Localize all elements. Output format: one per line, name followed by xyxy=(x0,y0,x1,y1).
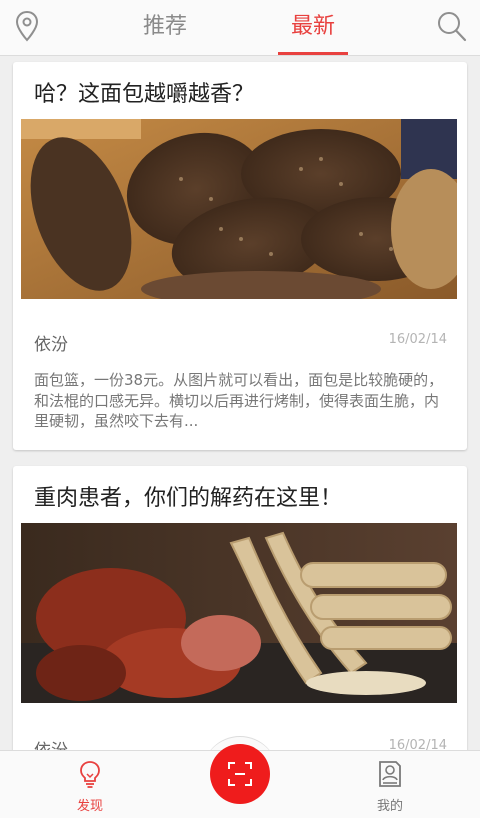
active-tab-indicator xyxy=(278,52,348,55)
nav-discover[interactable]: 发现 xyxy=(40,759,140,817)
tab-latest[interactable]: 最新 xyxy=(258,12,368,55)
nav-mine[interactable]: 我的 xyxy=(340,759,440,817)
article-date: 16/02/14 xyxy=(388,332,447,347)
article-excerpt: 面包篮，一份38元。从图片就可以看出，面包是比较脆硬的，和法棍的口感无异。横切以… xyxy=(34,371,444,430)
scan-button[interactable] xyxy=(210,744,270,804)
article-title: 重肉患者，你们的解药在这里！ xyxy=(34,486,343,511)
profile-card-icon xyxy=(379,761,401,787)
article-author: 依汾 xyxy=(34,736,68,750)
scan-icon xyxy=(228,762,252,786)
nav-discover-label: 发现 xyxy=(76,799,103,814)
article-author: 依汾 xyxy=(34,335,68,355)
tab-recommended[interactable]: 推荐 xyxy=(110,12,220,55)
article-image-bread[interactable] xyxy=(21,119,457,299)
article-date: 16/02/14 xyxy=(388,738,447,750)
search-icon[interactable] xyxy=(436,9,468,43)
nav-mine-label: 我的 xyxy=(376,799,403,814)
lightbulb-icon xyxy=(80,761,100,788)
tab-label: 最新 xyxy=(290,14,335,39)
article-title: 哈？这面包越嚼越香？ xyxy=(34,82,255,107)
tab-label: 推荐 xyxy=(142,14,187,39)
article-card[interactable]: 重肉患者，你们的解药在这里！ 16/02/14 xyxy=(13,466,467,750)
article-card[interactable]: 哈？这面包越嚼越香？ 依汾 16/02/14 面包篮，一份38元。从图片就可以看… xyxy=(13,62,467,450)
article-image-sausages[interactable] xyxy=(21,523,457,703)
top-bar: 推荐 最新 xyxy=(0,0,480,56)
map-pin-icon[interactable] xyxy=(12,9,42,43)
article-feed[interactable]: 哈？这面包越嚼越香？ 依汾 16/02/14 面包篮，一份38元。从图片就可以看… xyxy=(0,56,480,750)
